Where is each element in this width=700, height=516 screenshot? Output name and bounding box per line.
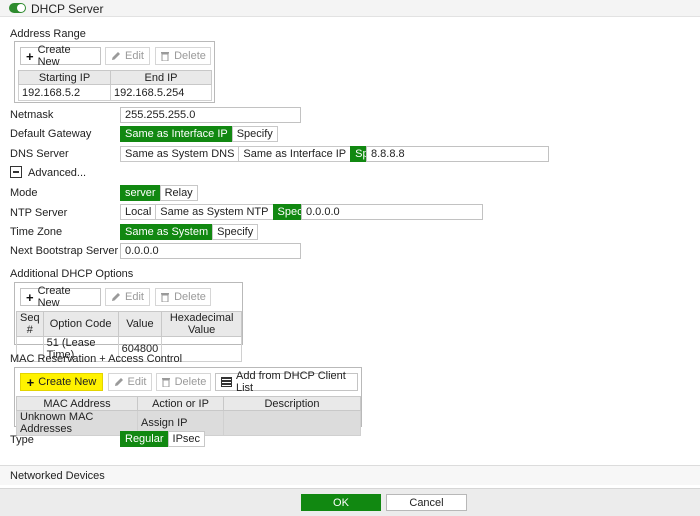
timezone-option-same-as-system[interactable]: Same as System: [120, 224, 214, 240]
delete-label: Delete: [174, 376, 207, 388]
time-zone-label: Time Zone: [10, 226, 63, 238]
dns-server-label: DNS Server: [10, 148, 69, 160]
column-action-or-ip: Action or IP: [137, 396, 224, 411]
edit-label: Edit: [127, 376, 147, 388]
description-cell: [223, 410, 361, 436]
time-zone-selector: Same as System Specify: [120, 224, 259, 240]
dhcp-server-dialog: DHCP Server Address Range + Create New E…: [0, 0, 700, 516]
dialog-footer: OK Cancel: [0, 488, 700, 516]
dhcp-options-edit-button[interactable]: Edit: [105, 288, 150, 306]
trash-icon: [160, 51, 170, 62]
netmask-label: Netmask: [10, 109, 54, 121]
dns-option-same-as-system[interactable]: Same as System DNS: [120, 146, 240, 162]
gateway-option-specify[interactable]: Specify: [231, 126, 278, 142]
networked-devices-section[interactable]: Networked Devices: [0, 465, 700, 485]
dns-server-input[interactable]: 8.8.8.8: [366, 146, 549, 162]
ntp-option-local[interactable]: Local: [120, 204, 157, 220]
delete-label: Delete: [174, 50, 206, 62]
address-range-panel: + Create New Edit Delete Starting IP End…: [14, 41, 215, 103]
dhcp-server-header: DHCP Server: [0, 0, 700, 17]
mac-reservation-create-new-button[interactable]: + Create New: [20, 373, 103, 391]
trash-icon: [160, 292, 170, 303]
ok-button[interactable]: OK: [301, 494, 381, 511]
next-bootstrap-label: Next Bootstrap Server: [10, 245, 119, 257]
column-starting-ip: Starting IP: [18, 70, 111, 85]
column-option-code: Option Code: [42, 311, 119, 337]
table-header-row: MAC Address Action or IP Description: [16, 396, 361, 411]
mode-option-server[interactable]: server: [120, 185, 161, 201]
address-range-title: Address Range: [10, 28, 86, 40]
create-new-label: Create New: [37, 285, 71, 309]
column-value: Value: [117, 311, 163, 337]
advanced-label[interactable]: Advanced...: [28, 167, 86, 179]
type-option-ipsec[interactable]: IPsec: [167, 431, 206, 447]
table-header-row: Seq # Option Code Value Hexadecimal Valu…: [16, 311, 242, 337]
column-end-ip: End IP: [110, 70, 212, 85]
address-range-edit-button[interactable]: Edit: [105, 47, 150, 65]
mac-reservation-title: MAC Reservation + Access Control: [10, 353, 183, 365]
plus-icon: +: [26, 374, 35, 390]
next-bootstrap-input[interactable]: 0.0.0.0: [120, 243, 301, 259]
address-range-delete-button[interactable]: Delete: [155, 47, 211, 65]
ntp-server-label: NTP Server: [10, 207, 68, 219]
minus-icon: [13, 171, 19, 173]
address-range-create-new-button[interactable]: + Create New: [20, 44, 101, 68]
pencil-icon: [111, 51, 121, 62]
dhcp-options-delete-button[interactable]: Delete: [155, 288, 211, 306]
dns-server-selector: Same as System DNS Same as Interface IP …: [120, 146, 397, 162]
create-new-label: Create New: [37, 44, 71, 68]
add-from-dhcp-client-list-button[interactable]: Add from DHCP Client List: [215, 370, 358, 394]
mac-reservation-delete-button[interactable]: Delete: [156, 373, 211, 391]
dhcp-enable-toggle[interactable]: [9, 3, 26, 13]
mac-reservation-table: MAC Address Action or IP Description Unk…: [16, 396, 361, 436]
list-icon: [221, 377, 232, 388]
mode-option-relay[interactable]: Relay: [159, 185, 198, 201]
column-mac-address: MAC Address: [16, 396, 138, 411]
column-seq: Seq #: [16, 311, 44, 337]
ntp-server-selector: Local Same as System NTP Specify: [120, 204, 319, 220]
dhcp-options-title: Additional DHCP Options: [10, 268, 134, 280]
type-label: Type: [10, 434, 34, 446]
column-description: Description: [223, 396, 361, 411]
mac-reservation-edit-button[interactable]: Edit: [108, 373, 152, 391]
end-ip-cell: 192.168.5.254: [110, 84, 212, 101]
type-option-regular[interactable]: Regular: [120, 431, 169, 447]
mode-selector: server Relay: [120, 185, 198, 201]
table-header-row: Starting IP End IP: [18, 70, 212, 85]
default-gateway-selector: Same as Interface IP Specify: [120, 126, 278, 142]
pencil-icon: [111, 292, 121, 303]
cancel-button[interactable]: Cancel: [386, 494, 467, 511]
table-row[interactable]: 192.168.5.2 192.168.5.254: [18, 84, 212, 101]
edit-label: Edit: [125, 291, 144, 303]
plus-icon: +: [26, 48, 34, 64]
starting-ip-cell: 192.168.5.2: [18, 84, 111, 101]
dns-option-same-as-interface[interactable]: Same as Interface IP: [238, 146, 352, 162]
plus-icon: +: [26, 289, 34, 305]
ntp-server-input[interactable]: 0.0.0.0: [301, 204, 483, 220]
dhcp-options-panel: + Create New Edit Delete Seq # Option Co…: [14, 282, 243, 362]
advanced-collapse-icon[interactable]: [10, 166, 22, 178]
type-selector: Regular IPsec: [120, 431, 206, 447]
column-hex-value: Hexadecimal Value: [161, 311, 242, 337]
default-gateway-label: Default Gateway: [10, 128, 92, 140]
toggle-knob: [17, 4, 25, 12]
create-new-label: Create New: [38, 376, 97, 388]
networked-devices-label: Networked Devices: [10, 470, 105, 482]
ntp-option-same-as-system[interactable]: Same as System NTP: [155, 204, 274, 220]
edit-label: Edit: [125, 50, 144, 62]
trash-icon: [161, 377, 171, 388]
address-range-table: Starting IP End IP 192.168.5.2 192.168.5…: [18, 70, 212, 101]
mode-label: Mode: [10, 187, 38, 199]
dhcp-options-create-new-button[interactable]: + Create New: [20, 285, 101, 309]
timezone-option-specify[interactable]: Specify: [212, 224, 259, 240]
pencil-icon: [114, 377, 124, 388]
mac-reservation-panel: + Create New Edit Delete Add from DHCP C…: [14, 367, 362, 436]
delete-label: Delete: [174, 291, 206, 303]
add-from-list-label: Add from DHCP Client List: [236, 370, 346, 394]
dhcp-server-title: DHCP Server: [31, 2, 104, 16]
netmask-input[interactable]: 255.255.255.0: [120, 107, 301, 123]
gateway-option-same-as-interface[interactable]: Same as Interface IP: [120, 126, 233, 142]
